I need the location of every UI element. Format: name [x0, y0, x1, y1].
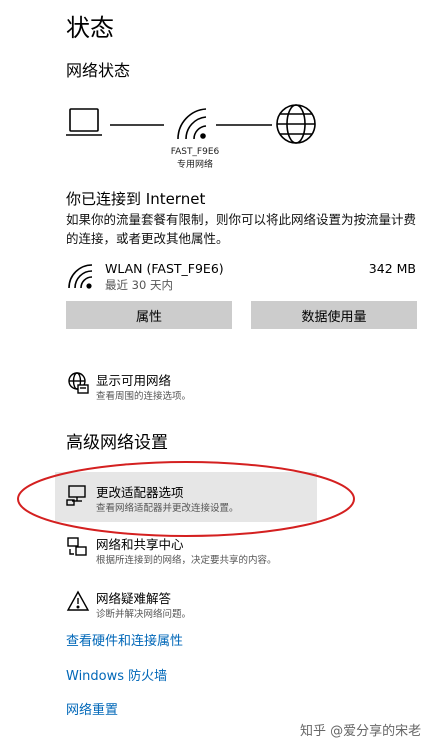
properties-button[interactable]: 属性	[66, 301, 232, 329]
connection-description: 如果你的流量套餐有限制，则你可以将此网络设置为按流量计费的连接，或者更改其他属性…	[66, 212, 417, 246]
wifi-icon	[177, 108, 207, 140]
network-reset-link[interactable]: 网络重置	[66, 699, 118, 718]
show-networks-title: 显示可用网络	[96, 373, 172, 388]
sharing-center[interactable]: 网络和共享中心 根据所连接到的网络，决定要共享的内容。	[62, 532, 352, 568]
sharing-icon	[67, 537, 87, 556]
firewall-link[interactable]: Windows 防火墙	[66, 665, 167, 684]
adapter-options-title: 更改适配器选项	[96, 485, 184, 500]
adapter-period: 最近 30 天内	[105, 278, 173, 292]
adapter-options-desc: 查看网络适配器并更改连接设置。	[96, 503, 239, 514]
wifi-signal-icon	[68, 264, 93, 289]
connection-status: 你已连接到 Internet	[66, 190, 206, 208]
globe-icon	[276, 104, 316, 144]
show-networks-item[interactable]: 显示可用网络 查看周围的连接选项。	[62, 368, 262, 404]
ssid-label: FAST_F9E6	[170, 147, 220, 157]
troubleshooter-desc: 诊断并解决网络问题。	[96, 609, 192, 620]
watermark: 知乎 @爱分享的宋老	[300, 724, 422, 739]
network-status-heading: 网络状态	[66, 61, 131, 80]
sharing-center-desc: 根据所连接到的网络，决定要共享的内容。	[96, 555, 277, 566]
warning-icon	[66, 590, 90, 611]
adapter-icon	[66, 485, 86, 506]
sharing-center-title: 网络和共享中心	[96, 537, 184, 552]
show-networks-desc: 查看周围的连接选项。	[96, 391, 192, 402]
page-title: 状态	[66, 14, 114, 42]
advanced-settings-heading: 高级网络设置	[66, 433, 168, 453]
troubleshooter-title: 网络疑难解答	[96, 591, 172, 606]
data-usage-button[interactable]: 数据使用量	[251, 301, 417, 329]
hardware-properties-link[interactable]: 查看硬件和连接属性	[66, 630, 183, 649]
network-label: FAST_F9E6 专用网络	[160, 146, 230, 172]
network-troubleshooter[interactable]: 网络疑难解答 诊断并解决网络问题。	[62, 586, 312, 622]
adapter-name: WLAN (FAST_F9E6)	[105, 261, 224, 276]
adapter-usage: 342 MB	[368, 261, 416, 276]
network-type-label: 专用网络	[176, 160, 213, 170]
laptop-icon	[66, 108, 102, 136]
network-globe-icon	[68, 372, 89, 394]
change-adapter-options[interactable]: 更改适配器选项 查看网络适配器并更改连接设置。	[62, 480, 312, 516]
